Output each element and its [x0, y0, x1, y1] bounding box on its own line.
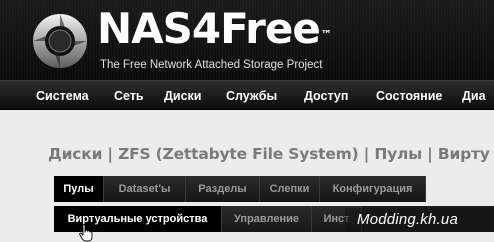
watermark: Modding.kh.ua [345, 208, 494, 232]
menu-item-network[interactable]: Сеть [114, 81, 144, 109]
tab-datasets[interactable]: Dataset'ы [104, 176, 186, 202]
tab-management[interactable]: Управление [222, 206, 312, 232]
logo-tagline: The Free Network Attached Storage Projec… [100, 59, 323, 71]
menu-item-access[interactable]: Доступ [304, 81, 348, 109]
menu-item-diagnostics[interactable]: Диа [462, 81, 486, 109]
tab-partitions[interactable]: Разделы [186, 176, 260, 202]
menu-item-disks[interactable]: Диски [164, 81, 201, 109]
logo-text: NAS4Free [97, 4, 321, 53]
main-menu: Система Сеть Диски Службы Доступ Состоян… [0, 80, 494, 110]
tab-snapshots[interactable]: Слепки [260, 176, 320, 202]
nas4free-logo-icon [33, 14, 87, 68]
menu-item-status[interactable]: Состояние [376, 81, 442, 109]
tab-pools[interactable]: Пулы [54, 176, 104, 202]
menu-item-system[interactable]: Система [36, 81, 89, 109]
hand-cursor-icon [79, 224, 93, 242]
primary-tabs: Пулы Dataset'ы Разделы Слепки Конфигурац… [54, 176, 426, 202]
menu-item-services[interactable]: Службы [226, 81, 277, 109]
site-header: NAS4Free™ The Free Network Attached Stor… [0, 0, 494, 80]
page-title: Диски | ZFS (Zettabyte File System) | Пу… [48, 145, 490, 163]
logo-wordmark: NAS4Free™ [97, 4, 332, 54]
tab-configuration[interactable]: Конфигурация [320, 176, 426, 202]
trademark-mark: ™ [320, 28, 332, 41]
